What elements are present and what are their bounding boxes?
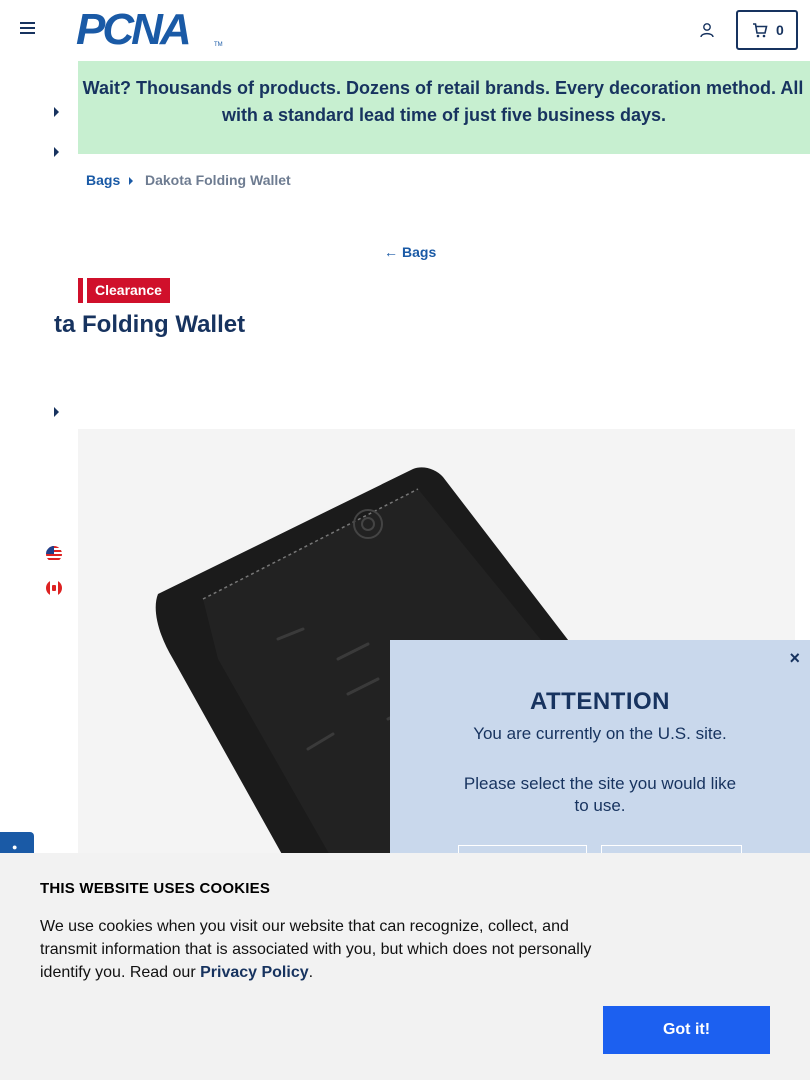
back-link-label: Bags bbox=[402, 244, 437, 260]
pcna-logo[interactable]: PCNA bbox=[76, 8, 192, 52]
close-icon[interactable]: × bbox=[789, 648, 800, 669]
attention-message: You are currently on the U.S. site. bbox=[473, 724, 727, 743]
cart-button[interactable]: 0 bbox=[736, 10, 798, 50]
cookie-period: . bbox=[308, 964, 314, 981]
cart-icon bbox=[753, 23, 768, 38]
caret-right-icon[interactable] bbox=[54, 407, 59, 417]
back-to-bags-link[interactable]: ← Bags bbox=[384, 244, 436, 260]
attention-title: ATTENTION bbox=[529, 688, 671, 715]
promo-line-1: Wait? Thousands of products. Dozens of r… bbox=[82, 78, 804, 98]
site-header: PCNA TM 0 bbox=[0, 0, 810, 61]
attention-prompt: Please select the site you would like to… bbox=[463, 774, 737, 815]
user-icon[interactable] bbox=[699, 22, 715, 38]
clearance-badge: Clearance bbox=[87, 278, 170, 303]
got-it-button[interactable]: Got it! bbox=[603, 1006, 770, 1054]
product-title: ta Folding Wallet bbox=[54, 311, 246, 338]
page: PCNA TM 0 Wait? Thousands of products. D… bbox=[0, 0, 810, 1080]
canada-flag-icon[interactable] bbox=[46, 580, 62, 596]
cookie-title: THIS WEBSITE USES COOKIES bbox=[40, 880, 271, 897]
promo-banner: Wait? Thousands of products. Dozens of r… bbox=[78, 61, 810, 154]
cookie-body: We use cookies when you visit our websit… bbox=[40, 918, 592, 981]
badge-edge bbox=[78, 278, 83, 303]
caret-right-icon bbox=[129, 177, 133, 185]
promo-line-2: with a standard lead time of just five b… bbox=[221, 105, 667, 125]
site-selector-panel: × ATTENTION You are currently on the U.S… bbox=[390, 640, 810, 881]
cart-count: 0 bbox=[776, 22, 784, 38]
us-flag-icon[interactable] bbox=[46, 546, 62, 562]
arrow-left-icon: ← bbox=[384, 244, 398, 260]
feedback-tab-glyph: ● bbox=[12, 842, 18, 852]
logo-trademark: TM bbox=[214, 42, 223, 48]
cookie-banner: THIS WEBSITE USES COOKIES We use cookies… bbox=[0, 853, 810, 1080]
privacy-policy-link[interactable]: Privacy Policy bbox=[200, 964, 309, 981]
menu-icon[interactable] bbox=[20, 22, 36, 38]
caret-right-icon[interactable] bbox=[54, 107, 59, 117]
promo-text: Wait? Thousands of products. Dozens of r… bbox=[58, 75, 810, 129]
caret-right-icon[interactable] bbox=[54, 147, 59, 157]
breadcrumb-bags-link[interactable]: Bags bbox=[86, 172, 120, 188]
breadcrumb-current: Dakota Folding Wallet bbox=[145, 172, 291, 188]
cookie-text: We use cookies when you visit our websit… bbox=[40, 915, 610, 984]
